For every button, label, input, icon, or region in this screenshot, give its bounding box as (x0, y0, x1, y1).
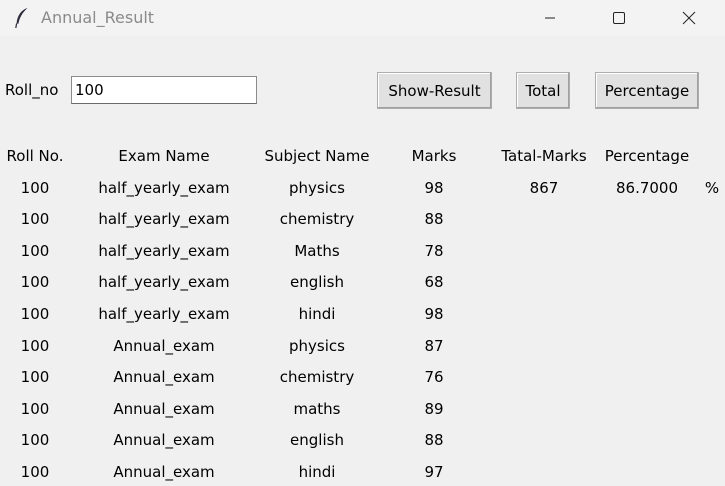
cell-subject: physics (289, 179, 345, 197)
close-icon (682, 11, 696, 25)
roll-no-label: Roll_no (5, 81, 59, 99)
cell-marks: 76 (424, 368, 444, 386)
total-marks-value: 867 (529, 179, 559, 197)
minimize-icon (545, 17, 555, 19)
cell-marks: 88 (424, 431, 444, 449)
cell-exam: half_yearly_exam (98, 273, 230, 291)
cell-subject: english (290, 431, 344, 449)
percentage-value: 86.7000 (615, 179, 679, 197)
maximize-icon (613, 12, 625, 24)
cell-subject: english (290, 273, 344, 291)
header-subject-name: Subject Name (264, 147, 370, 165)
cell-marks: 88 (424, 210, 444, 228)
cell-subject: chemistry (279, 210, 355, 228)
cell-marks: 98 (424, 305, 444, 323)
cell-roll: 100 (20, 463, 50, 481)
header-total-marks: Tatal-Marks (501, 147, 587, 165)
cell-exam: half_yearly_exam (98, 179, 230, 197)
cell-roll: 100 (20, 273, 50, 291)
close-button[interactable] (666, 0, 712, 36)
cell-roll: 100 (20, 431, 50, 449)
cell-exam: Annual_exam (113, 400, 215, 418)
cell-exam: Annual_exam (113, 337, 215, 355)
cell-subject: physics (289, 337, 345, 355)
window-title: Annual_Result (41, 8, 155, 27)
total-button[interactable]: Total (516, 72, 570, 109)
cell-subject: hindi (298, 305, 336, 323)
cell-marks: 89 (424, 400, 444, 418)
cell-subject: Maths (294, 242, 340, 260)
header-marks: Marks (411, 147, 457, 165)
cell-exam: half_yearly_exam (98, 210, 230, 228)
cell-roll: 100 (20, 179, 50, 197)
cell-roll: 100 (20, 337, 50, 355)
cell-roll: 100 (20, 400, 50, 418)
cell-marks: 68 (424, 273, 444, 291)
cell-exam: half_yearly_exam (98, 305, 230, 323)
cell-subject: chemistry (279, 368, 355, 386)
cell-marks: 78 (424, 242, 444, 260)
cell-exam: Annual_exam (113, 368, 215, 386)
cell-roll: 100 (20, 368, 50, 386)
cell-exam: half_yearly_exam (98, 242, 230, 260)
cell-marks: 97 (424, 463, 444, 481)
header-percentage: Percentage (604, 147, 690, 165)
cell-roll: 100 (20, 210, 50, 228)
percentage-button[interactable]: Percentage (595, 72, 699, 109)
cell-roll: 100 (20, 305, 50, 323)
minimize-button[interactable] (527, 0, 573, 36)
cell-exam: Annual_exam (113, 463, 215, 481)
maximize-button[interactable] (596, 0, 642, 36)
header-exam-name: Exam Name (118, 147, 210, 165)
cell-subject: hindi (298, 463, 336, 481)
roll-no-input[interactable] (71, 76, 257, 104)
title-bar[interactable]: Annual_Result (0, 0, 725, 36)
cell-subject: maths (293, 400, 341, 418)
cell-roll: 100 (20, 242, 50, 260)
feather-icon (15, 8, 28, 29)
show-result-button[interactable]: Show-Result (377, 72, 492, 109)
cell-exam: Annual_exam (113, 431, 215, 449)
cell-marks: 98 (424, 179, 444, 197)
app-window: Annual_Result Roll_no Show-Result Total … (0, 0, 725, 486)
header-roll-no: Roll No. (6, 147, 64, 165)
percent-sign: % (704, 179, 720, 197)
cell-marks: 87 (424, 337, 444, 355)
